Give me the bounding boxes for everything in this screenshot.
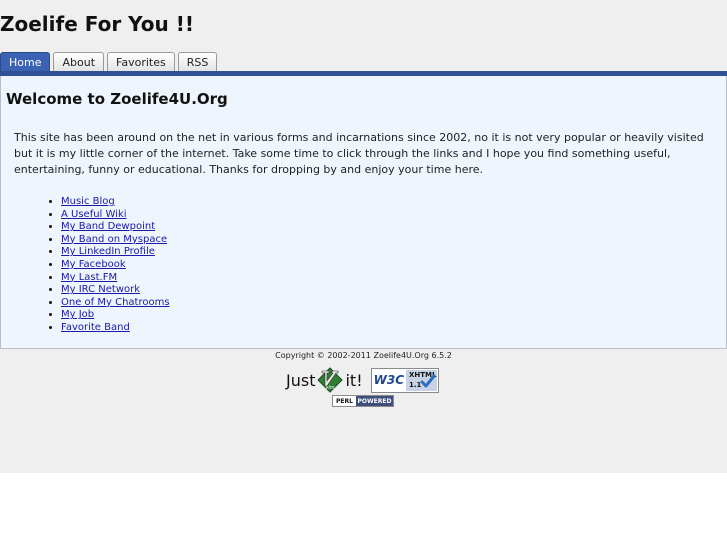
vim-badge-suffix: it! (345, 370, 363, 390)
link-facebook[interactable]: My Facebook (61, 259, 126, 270)
list-item: My Band Dewpoint (61, 221, 170, 234)
perl-badge-right: POWERED (355, 396, 393, 406)
link-lastfm[interactable]: My Last.FM (61, 272, 117, 283)
content-panel: Welcome to Zoelife4U.Org This site has b… (0, 76, 727, 349)
tab-favorites[interactable]: Favorites (107, 52, 175, 72)
content-heading: Welcome to Zoelife4U.Org (6, 90, 228, 108)
page: Zoelife For You !! Home About Favorites … (0, 0, 727, 473)
list-item: My IRC Network (61, 284, 170, 297)
badge-row: Just vim it! W3C XHTML 1.1 (286, 366, 439, 394)
site-title: Zoelife For You !! (0, 12, 194, 36)
list-item: My Band on Myspace (61, 234, 170, 247)
link-music-blog[interactable]: Music Blog (61, 196, 115, 207)
w3c-mark: W3C (373, 373, 405, 387)
tab-home[interactable]: Home (0, 52, 51, 73)
list-item: My LinkedIn Profile (61, 246, 170, 259)
tab-bar: Home About Favorites RSS (0, 52, 218, 73)
list-item: One of My Chatrooms (61, 297, 170, 310)
w3c-xhtml-badge[interactable]: W3C XHTML 1.1 (370, 367, 439, 393)
link-band-dewpoint[interactable]: My Band Dewpoint (61, 221, 155, 232)
perl-powered-badge[interactable]: PERL POWERED (332, 395, 394, 407)
link-my-job[interactable]: My Job (61, 309, 94, 320)
perl-badge-left: PERL (336, 398, 353, 405)
w3c-badge-label-area: XHTML 1.1 (406, 369, 437, 391)
list-item: My Last.FM (61, 272, 170, 285)
list-item: My Job (61, 309, 170, 322)
link-irc-network[interactable]: My IRC Network (61, 284, 140, 295)
list-item: Music Blog (61, 196, 170, 209)
copyright: Copyright © 2002-2011 Zoelife4U.Org 6.5.… (275, 351, 452, 360)
svg-text:vim: vim (326, 385, 335, 391)
list-item: A Useful Wiki (61, 209, 170, 222)
checkmark-icon (420, 374, 436, 387)
intro-text: This site has been around on the net in … (14, 131, 704, 176)
list-item: My Facebook (61, 259, 170, 272)
link-list: Music Blog A Useful Wiki My Band Dewpoin… (42, 196, 170, 335)
tab-about[interactable]: About (53, 52, 105, 72)
vim-badge-prefix: Just (286, 370, 316, 390)
vim-logo-icon[interactable]: vim (317, 367, 344, 393)
tab-rss[interactable]: RSS (177, 52, 218, 72)
link-useful-wiki[interactable]: A Useful Wiki (61, 209, 127, 220)
link-favorite-band[interactable]: Favorite Band (61, 322, 130, 333)
list-item: Favorite Band (61, 322, 170, 335)
link-band-myspace[interactable]: My Band on Myspace (61, 234, 167, 245)
link-linkedin[interactable]: My LinkedIn Profile (61, 246, 155, 257)
link-chatrooms[interactable]: One of My Chatrooms (61, 297, 170, 308)
